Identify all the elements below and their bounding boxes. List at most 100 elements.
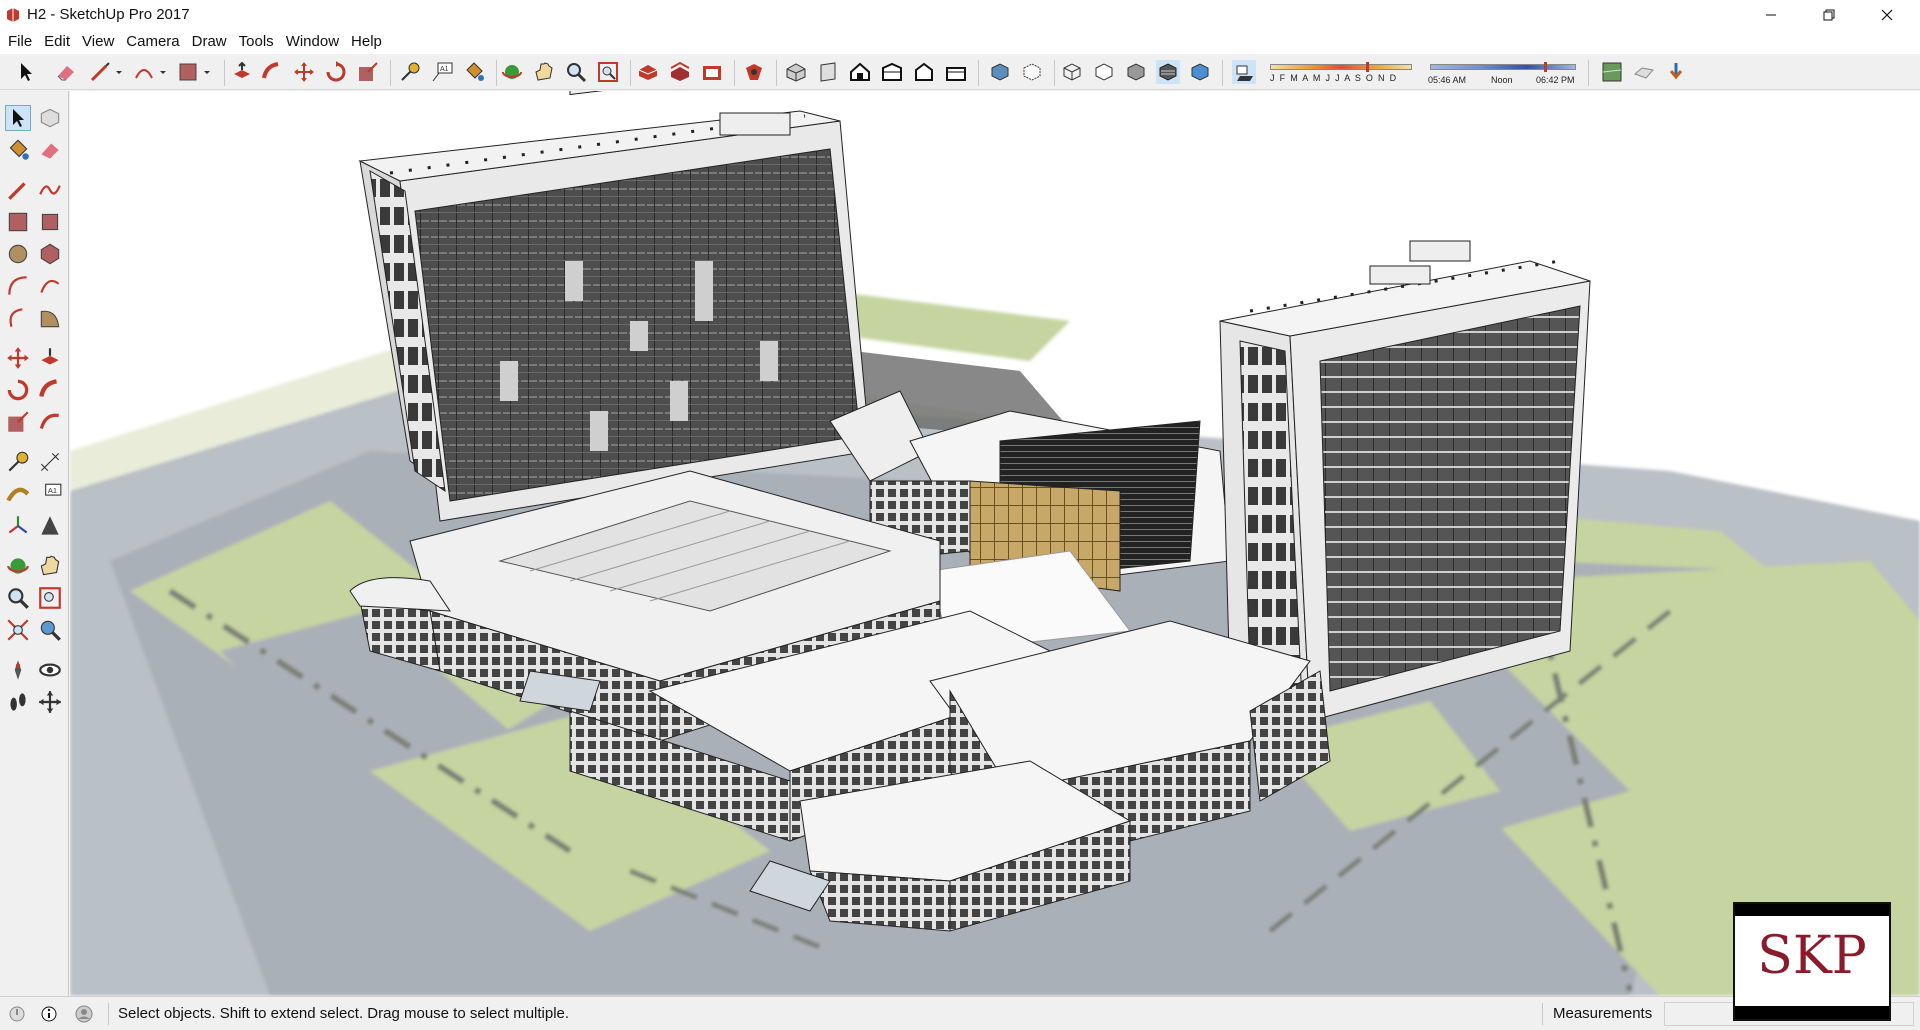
chevron-down-icon[interactable] [202,60,212,84]
geolocation-icon[interactable] [8,1005,26,1023]
minimize-button[interactable] [1742,0,1800,29]
menu-file[interactable]: File [2,29,38,54]
shaded-style-icon[interactable] [1124,60,1148,84]
orbit-tool-icon[interactable] [5,553,31,579]
share-model-icon[interactable] [668,60,692,84]
view-top-icon[interactable] [816,60,840,84]
three-point-arc-tool-icon[interactable] [5,305,31,331]
follow-me-tool-icon[interactable] [37,377,63,403]
rotate-tool-icon[interactable] [5,377,31,403]
zoom-window-tool-icon[interactable] [37,585,63,611]
zoom-extents-tool-icon[interactable] [5,617,31,643]
3d-warehouse-icon[interactable] [636,60,660,84]
arc-tool-icon[interactable] [132,60,156,84]
rectangle-tool-icon[interactable] [5,209,31,235]
protractor-tool-icon[interactable] [5,481,31,507]
view-left-icon[interactable] [944,60,968,84]
walk-tool-icon[interactable] [5,689,31,715]
two-point-arc-tool-icon[interactable] [37,273,63,299]
view-back-icon[interactable] [912,60,936,84]
move-tool-icon[interactable] [5,345,31,371]
add-location-icon[interactable] [1600,60,1624,84]
tape-measure-tool-icon[interactable] [5,449,31,475]
wireframe-style-icon[interactable] [1060,60,1084,84]
pan-tool-icon[interactable] [37,553,63,579]
rectangle-tool-icon[interactable] [176,60,200,84]
text-tool-icon[interactable]: A1 [430,60,454,84]
push-pull-tool-icon[interactable] [37,345,63,371]
menu-camera[interactable]: Camera [120,29,185,54]
zoom-extents-tool-icon[interactable] [596,60,620,84]
make-component-icon[interactable] [37,105,63,131]
arc-tool-icon[interactable] [5,273,31,299]
rotated-rectangle-tool-icon[interactable] [37,209,63,235]
menu-draw[interactable]: Draw [186,29,233,54]
toggle-terrain-icon[interactable] [1632,60,1656,84]
monochrome-style-icon[interactable] [1188,60,1212,84]
paint-bucket-tool-icon[interactable] [462,60,486,84]
tape-measure-tool-icon[interactable] [398,60,422,84]
menu-edit[interactable]: Edit [38,29,76,54]
section-plane-icon[interactable] [37,689,63,715]
xray-style-icon[interactable] [988,60,1012,84]
shadow-time-handle[interactable] [1544,62,1547,72]
zoom-tool-icon[interactable] [5,585,31,611]
look-around-icon[interactable] [37,657,63,683]
rotate-tool-icon[interactable] [324,60,348,84]
back-edges-style-icon[interactable] [1020,60,1044,84]
freehand-tool-icon[interactable] [37,177,63,203]
chevron-down-icon[interactable] [158,60,168,84]
shadow-time-end: 06:42 PM [1536,75,1575,85]
offset-tool-icon[interactable] [37,409,63,435]
restore-button[interactable] [1800,0,1858,29]
view-iso-icon[interactable] [784,60,808,84]
menu-view[interactable]: View [76,29,120,54]
orbit-tool-icon[interactable] [500,60,524,84]
dimension-tool-icon[interactable] [37,449,63,475]
view-right-icon[interactable] [880,60,904,84]
3d-text-tool-icon[interactable] [37,513,63,539]
status-divider [1542,1003,1543,1025]
menu-help[interactable]: Help [345,29,388,54]
line-tool-icon[interactable] [5,177,31,203]
scale-tool-icon[interactable] [5,409,31,435]
paint-bucket-tool-icon[interactable] [5,137,31,163]
axes-tool-icon[interactable] [5,513,31,539]
scale-tool-icon[interactable] [356,60,380,84]
shadow-time-slider[interactable]: 05:46 AM Noon 06:42 PM [1428,62,1578,86]
shadow-date-handle[interactable] [1366,62,1369,72]
position-camera-icon[interactable] [5,657,31,683]
move-tool-icon[interactable] [292,60,316,84]
photo-textures-icon[interactable] [1664,60,1688,84]
select-tool-icon[interactable] [5,105,31,131]
credits-info-icon[interactable] [40,1005,58,1023]
eraser-tool-icon[interactable] [37,137,63,163]
menu-tools[interactable]: Tools [233,29,280,54]
model-viewport[interactable] [70,91,1920,996]
view-front-icon[interactable] [848,60,872,84]
right-tower [1219,240,1591,722]
push-pull-tool-icon[interactable] [230,60,254,84]
share-component-icon[interactable] [700,60,724,84]
zoom-tool-icon[interactable] [564,60,588,84]
chevron-down-icon[interactable] [114,60,124,84]
polygon-tool-icon[interactable] [37,241,63,267]
hidden-line-style-icon[interactable] [1092,60,1116,84]
menu-window[interactable]: Window [280,29,345,54]
skp-logo-badge: SKP [1733,902,1891,1021]
display-shadows-icon[interactable] [1232,60,1256,84]
shaded-textures-style-icon[interactable] [1156,60,1180,84]
select-tool-icon[interactable] [14,60,38,84]
shadow-date-slider[interactable]: J F M A M J J A S O N D [1268,62,1414,86]
eraser-tool-icon[interactable] [54,60,78,84]
line-tool-icon[interactable] [88,60,112,84]
circle-tool-icon[interactable] [5,241,31,267]
previous-view-icon[interactable] [37,617,63,643]
pie-tool-icon[interactable] [37,305,63,331]
follow-me-tool-icon[interactable] [260,60,284,84]
extension-warehouse-icon[interactable] [742,60,766,84]
text-tool-icon[interactable]: A1 [37,481,63,507]
close-button[interactable] [1858,0,1916,29]
pan-tool-icon[interactable] [532,60,556,84]
user-account-icon[interactable] [74,1004,94,1024]
